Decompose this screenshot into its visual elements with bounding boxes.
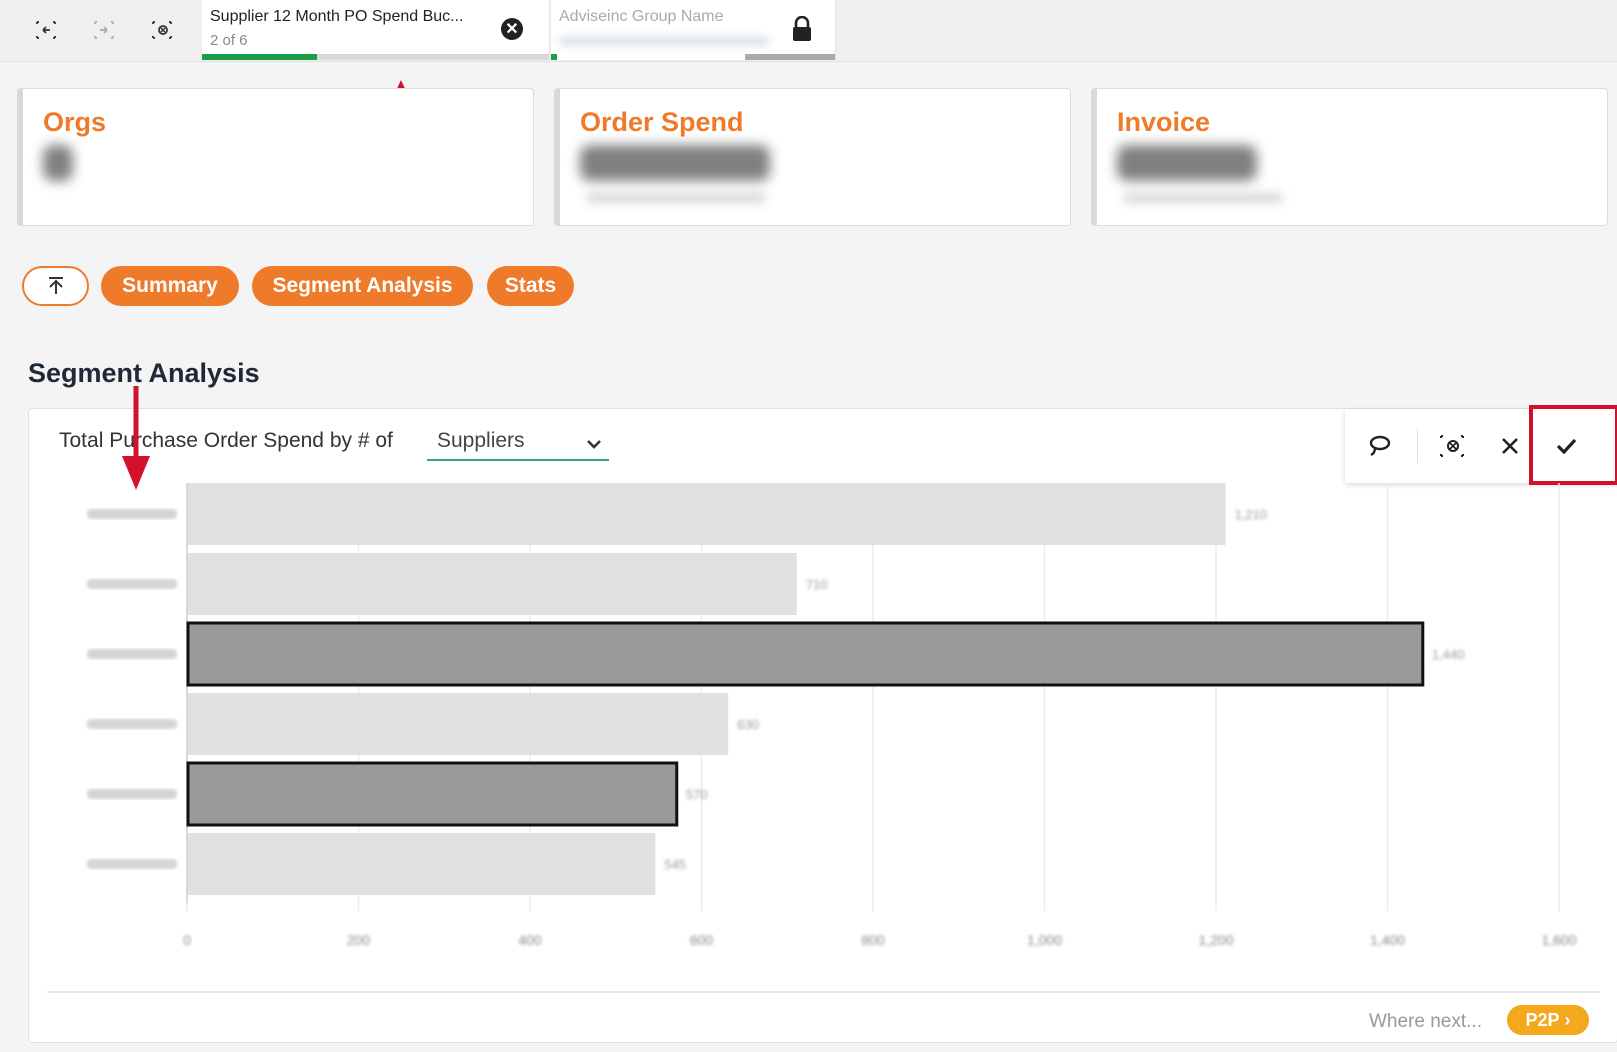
bar[interactable] [188, 833, 656, 895]
category-label-blurred [87, 789, 177, 799]
p2p-label: P2P [1525, 1009, 1560, 1030]
p2p-button[interactable]: P2P › [1507, 1005, 1589, 1035]
bar[interactable] [186, 761, 679, 827]
x-tick-label: 200 [347, 932, 371, 948]
data-label: 545 [664, 857, 686, 872]
data-label: 1,440 [1432, 647, 1465, 662]
undo-selection-icon[interactable] [32, 16, 60, 44]
measure-dropdown[interactable]: Suppliers [427, 423, 609, 461]
x-tick-label: 800 [861, 932, 885, 948]
category-label-blurred [87, 859, 177, 869]
arrow-up-to-top-icon [48, 277, 63, 294]
x-tick-label: 1,600 [1541, 932, 1576, 948]
bar[interactable] [188, 553, 797, 615]
kpi-title: Invoice [1117, 107, 1211, 137]
x-tick-label: 600 [690, 932, 714, 948]
chevron-down-icon [587, 440, 601, 449]
bar[interactable] [188, 483, 1226, 545]
dropdown-value: Suppliers [437, 429, 525, 452]
lock-icon[interactable] [791, 15, 813, 42]
blurred-value [559, 36, 769, 46]
x-tick-label: 1,200 [1198, 932, 1233, 948]
top-bar: Supplier 12 Month PO Spend Buc... 2 of 6… [0, 0, 1617, 62]
data-label: 570 [686, 787, 708, 802]
selection-tab-supplier-spend[interactable]: Supplier 12 Month PO Spend Buc... 2 of 6… [202, 0, 550, 60]
kpi-card-order-spend[interactable]: Order Spend [554, 88, 1071, 226]
tab-progress-fill [551, 54, 557, 60]
kpi-title: Orgs [43, 107, 107, 137]
kpi-card-invoice[interactable]: Invoice [1091, 88, 1608, 226]
kpi-subvalue-blurred [586, 193, 766, 203]
tab-progress-fill [202, 54, 317, 60]
kpi-value-blurred [580, 145, 770, 181]
data-label: 710 [806, 577, 828, 592]
kpi-card-orgs[interactable]: Orgs [17, 88, 534, 226]
x-tick-label: 0 [183, 932, 191, 948]
x-tick-label: 400 [518, 932, 542, 948]
cancel-selection-icon[interactable] [1493, 429, 1527, 463]
segment-analysis-card: Total Purchase Order Spend by # of Suppl… [28, 405, 1617, 1043]
chart-label: Total Purchase Order Spend by # of [59, 429, 393, 452]
tab-subtitle: 2 of 6 [210, 32, 248, 49]
tab-title: Supplier 12 Month PO Spend Buc... [210, 8, 464, 25]
stats-button[interactable]: Stats [487, 266, 574, 306]
kpi-title: Order Spend [580, 107, 744, 137]
clear-selection-icon[interactable] [1435, 429, 1469, 463]
bar[interactable] [186, 621, 1425, 687]
summary-button[interactable]: Summary [101, 266, 239, 306]
bar[interactable] [188, 693, 729, 755]
bar-chart[interactable]: 0 200 400 600 800 1,000 1,200 1,400 1,600 1,210 71… [29, 479, 1617, 979]
kpi-value-blurred [43, 145, 73, 181]
segment-analysis-button[interactable]: Segment Analysis [252, 266, 473, 306]
tab-title: Adviseinc Group Name [559, 8, 724, 25]
category-label-blurred [87, 649, 177, 659]
kpi-value-blurred [1117, 145, 1257, 181]
annotation-highlight-box [1529, 405, 1617, 485]
data-label: 1,210 [1235, 507, 1268, 522]
clear-selections-icon[interactable] [148, 16, 176, 44]
x-tick-label: 1,400 [1370, 932, 1405, 948]
category-label-blurred [87, 579, 177, 589]
scroll-to-top-button[interactable] [22, 266, 89, 306]
category-label-blurred [87, 719, 177, 729]
tab-progress-end [745, 54, 835, 60]
footer-divider [47, 991, 1599, 993]
where-next-label: Where next... [1369, 1011, 1482, 1032]
data-label: 630 [737, 717, 759, 732]
category-label-blurred [87, 509, 177, 519]
kpi-subvalue-blurred [1123, 193, 1283, 203]
annotation-arrow-down [122, 386, 150, 490]
selection-tab-group-name[interactable]: Adviseinc Group Name [551, 0, 836, 60]
x-tick-label: 1,000 [1027, 932, 1062, 948]
close-icon[interactable]: ✕ [501, 18, 523, 40]
toolbar-divider [1417, 429, 1418, 463]
lasso-icon[interactable] [1363, 429, 1397, 463]
redo-selection-icon[interactable] [90, 16, 118, 44]
